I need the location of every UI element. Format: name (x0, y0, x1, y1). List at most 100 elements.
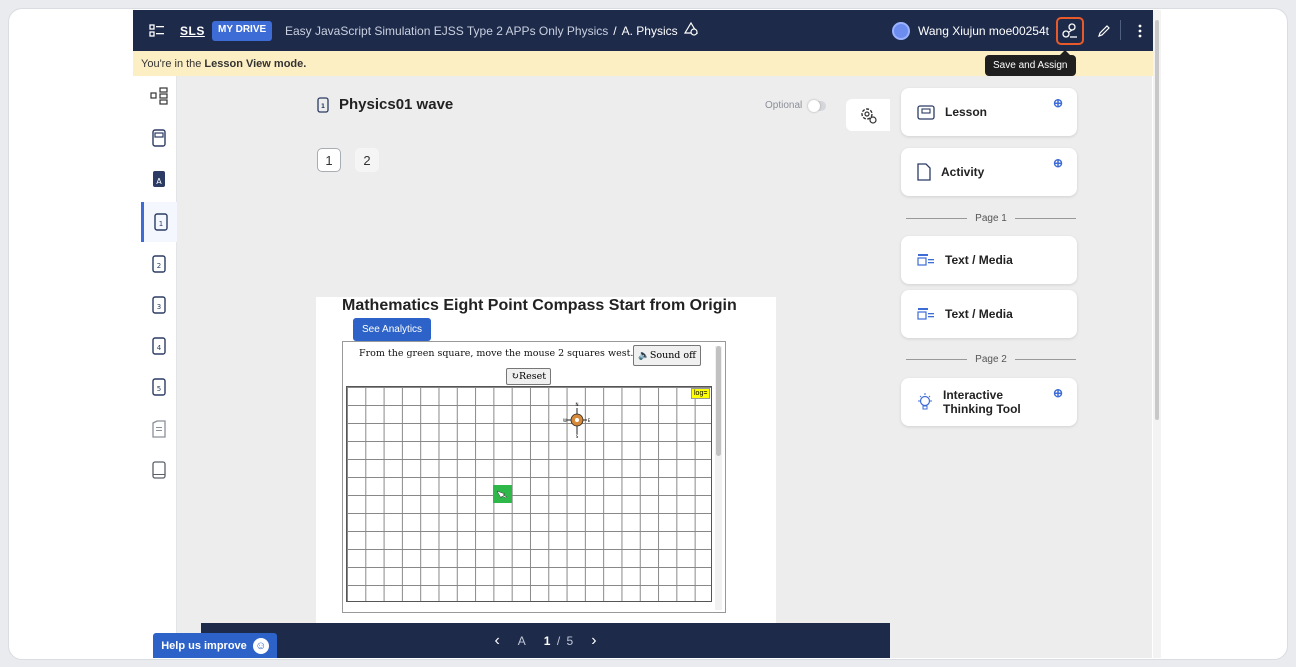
divider (1120, 20, 1121, 40)
nav-page-5-icon[interactable]: 5 (141, 367, 177, 407)
edit-shape-icon[interactable] (683, 21, 698, 39)
lightbulb-icon (918, 393, 932, 410)
help-us-improve-button[interactable]: Help us improve ☺ (153, 633, 277, 658)
nav-book-icon[interactable] (141, 450, 177, 490)
current-page: 1 (543, 633, 551, 648)
compass-rose: N S W E (563, 401, 591, 439)
lesson-canvas: 1 Physics01 wave Optional 1 2 Mathematic… (177, 76, 890, 658)
nav-page-4-icon[interactable]: 4 (141, 326, 177, 366)
gear-icon (861, 108, 877, 124)
nav-page-1-icon[interactable]: 1 (141, 202, 177, 242)
page-tab-1[interactable]: 1 (317, 148, 341, 172)
nav-lesson-icon[interactable] (141, 118, 177, 158)
settings-button[interactable] (846, 99, 890, 131)
nav-tree-icon[interactable] (141, 76, 177, 116)
lesson-card[interactable]: Lesson ⊕ (901, 88, 1077, 136)
nav-page-3-icon[interactable]: 3 (141, 285, 177, 325)
nav-page-2-icon[interactable]: 2 (141, 244, 177, 284)
page-2-label: Page 2 (975, 354, 1007, 365)
text-media-icon (917, 308, 934, 320)
page-1-icon: 1 (317, 96, 329, 113)
assign-icon (1062, 22, 1077, 38)
section-label: A (517, 633, 526, 648)
svg-text:E: E (588, 418, 591, 423)
nav-activity-a-icon[interactable]: A (141, 159, 177, 199)
breadcrumb-parent[interactable]: Easy JavaScript Simulation EJSS Type 2 A… (285, 24, 608, 38)
svg-text:2: 2 (157, 262, 161, 270)
activity-icon (917, 163, 931, 181)
page-separator: / (556, 633, 561, 648)
svg-text:4: 4 (157, 344, 162, 352)
page-title-text: Physics01 wave (339, 96, 454, 113)
my-drive-badge[interactable]: MY DRIVE (212, 20, 273, 41)
page-title: 1 Physics01 wave (317, 96, 453, 113)
page-1-label: Page 1 (975, 213, 1007, 224)
log-label: log= (691, 388, 711, 399)
green-start-square (493, 485, 512, 503)
avatar (892, 21, 910, 40)
toggle-switch[interactable] (808, 99, 827, 112)
cursor-icon (496, 490, 508, 499)
next-page-button[interactable]: › (591, 632, 596, 650)
notice-prefix: You're in the (141, 57, 202, 70)
more-menu-button[interactable] (1126, 17, 1154, 45)
page-1-separator: Page 1 (906, 213, 1077, 224)
text-media-card-1[interactable]: Text / Media (901, 236, 1077, 284)
sound-off-label: Sound off (649, 350, 696, 361)
text-media-icon (917, 254, 934, 266)
simulation-card: Mathematics Eight Point Compass Start fr… (316, 297, 776, 658)
text-media-label: Text / Media (945, 253, 1013, 267)
activity-label: Activity (941, 165, 985, 179)
simulation-instruction: From the green square, move the mouse 2 … (359, 348, 634, 359)
page-navigation-bar: ‹ A 1 / 5 › (201, 623, 890, 658)
menu-grid-icon[interactable] (149, 10, 165, 51)
sound-off-button[interactable]: 🔈Sound off (633, 345, 701, 366)
speaker-icon: 🔈 (638, 350, 650, 361)
user-menu[interactable]: Wang Xiujun moe00254t (892, 10, 1049, 51)
zoom-in-icon[interactable]: ⊕ (1053, 386, 1063, 400)
breadcrumb-separator: / (613, 23, 617, 38)
zoom-in-icon[interactable]: ⊕ (1053, 96, 1063, 110)
compass-grid[interactable]: log= N S W E (346, 386, 712, 602)
itt-line-1: Interactive (943, 388, 1004, 402)
simulation-frame: From the green square, move the mouse 2 … (342, 341, 726, 613)
page-tab-2[interactable]: 2 (355, 148, 379, 172)
simulation-title: Mathematics Eight Point Compass Start fr… (342, 297, 737, 314)
simulation-scrollbar[interactable] (715, 346, 722, 610)
user-name: Wang Xiujun moe00254t (918, 23, 1049, 38)
top-bar: SLS MY DRIVE Easy JavaScript Simulation … (133, 10, 1153, 51)
total-pages: 5 (566, 633, 574, 648)
nav-document-icon[interactable] (141, 409, 177, 449)
svg-text:A: A (156, 177, 162, 186)
reset-button[interactable]: ↻Reset (506, 368, 552, 385)
lesson-label: Lesson (945, 105, 988, 119)
page-scrollbar[interactable] (1153, 10, 1161, 658)
help-label: Help us improve (161, 639, 247, 652)
itt-line-2: Thinking Tool (943, 402, 1021, 416)
breadcrumb-current: A. Physics (621, 23, 678, 38)
scroll-thumb[interactable] (1155, 20, 1159, 420)
scroll-thumb[interactable] (716, 346, 721, 456)
svg-text:S: S (576, 434, 579, 439)
interactive-thinking-tool-card[interactable]: Interactive Thinking Tool ⊕ (901, 378, 1077, 426)
optional-toggle[interactable]: Optional (765, 99, 827, 112)
notice-mode: Lesson View mode. (204, 57, 307, 70)
svg-text:W: W (563, 418, 567, 423)
svg-text:1: 1 (158, 220, 162, 228)
content-panel: Lesson ⊕ Activity ⊕ Page 1 Text / Media … (890, 76, 1152, 658)
svg-text:3: 3 (157, 303, 161, 311)
text-media-card-2[interactable]: Text / Media (901, 290, 1077, 338)
activity-card[interactable]: Activity ⊕ (901, 148, 1077, 196)
svg-text:N: N (576, 402, 579, 407)
save-and-assign-tooltip: Save and Assign (985, 50, 1076, 76)
save-and-assign-button[interactable] (1056, 16, 1084, 45)
lesson-icon (917, 105, 935, 120)
kebab-icon (1138, 24, 1142, 37)
sls-logo[interactable]: SLS (180, 10, 205, 51)
svg-text:1: 1 (321, 103, 325, 110)
zoom-in-icon[interactable]: ⊕ (1053, 156, 1063, 170)
prev-page-button[interactable]: ‹ (494, 632, 499, 650)
left-nav: A 1 2 3 4 5 (141, 76, 177, 658)
edit-pencil-button[interactable] (1090, 17, 1118, 45)
see-analytics-button[interactable]: See Analytics (353, 318, 432, 341)
